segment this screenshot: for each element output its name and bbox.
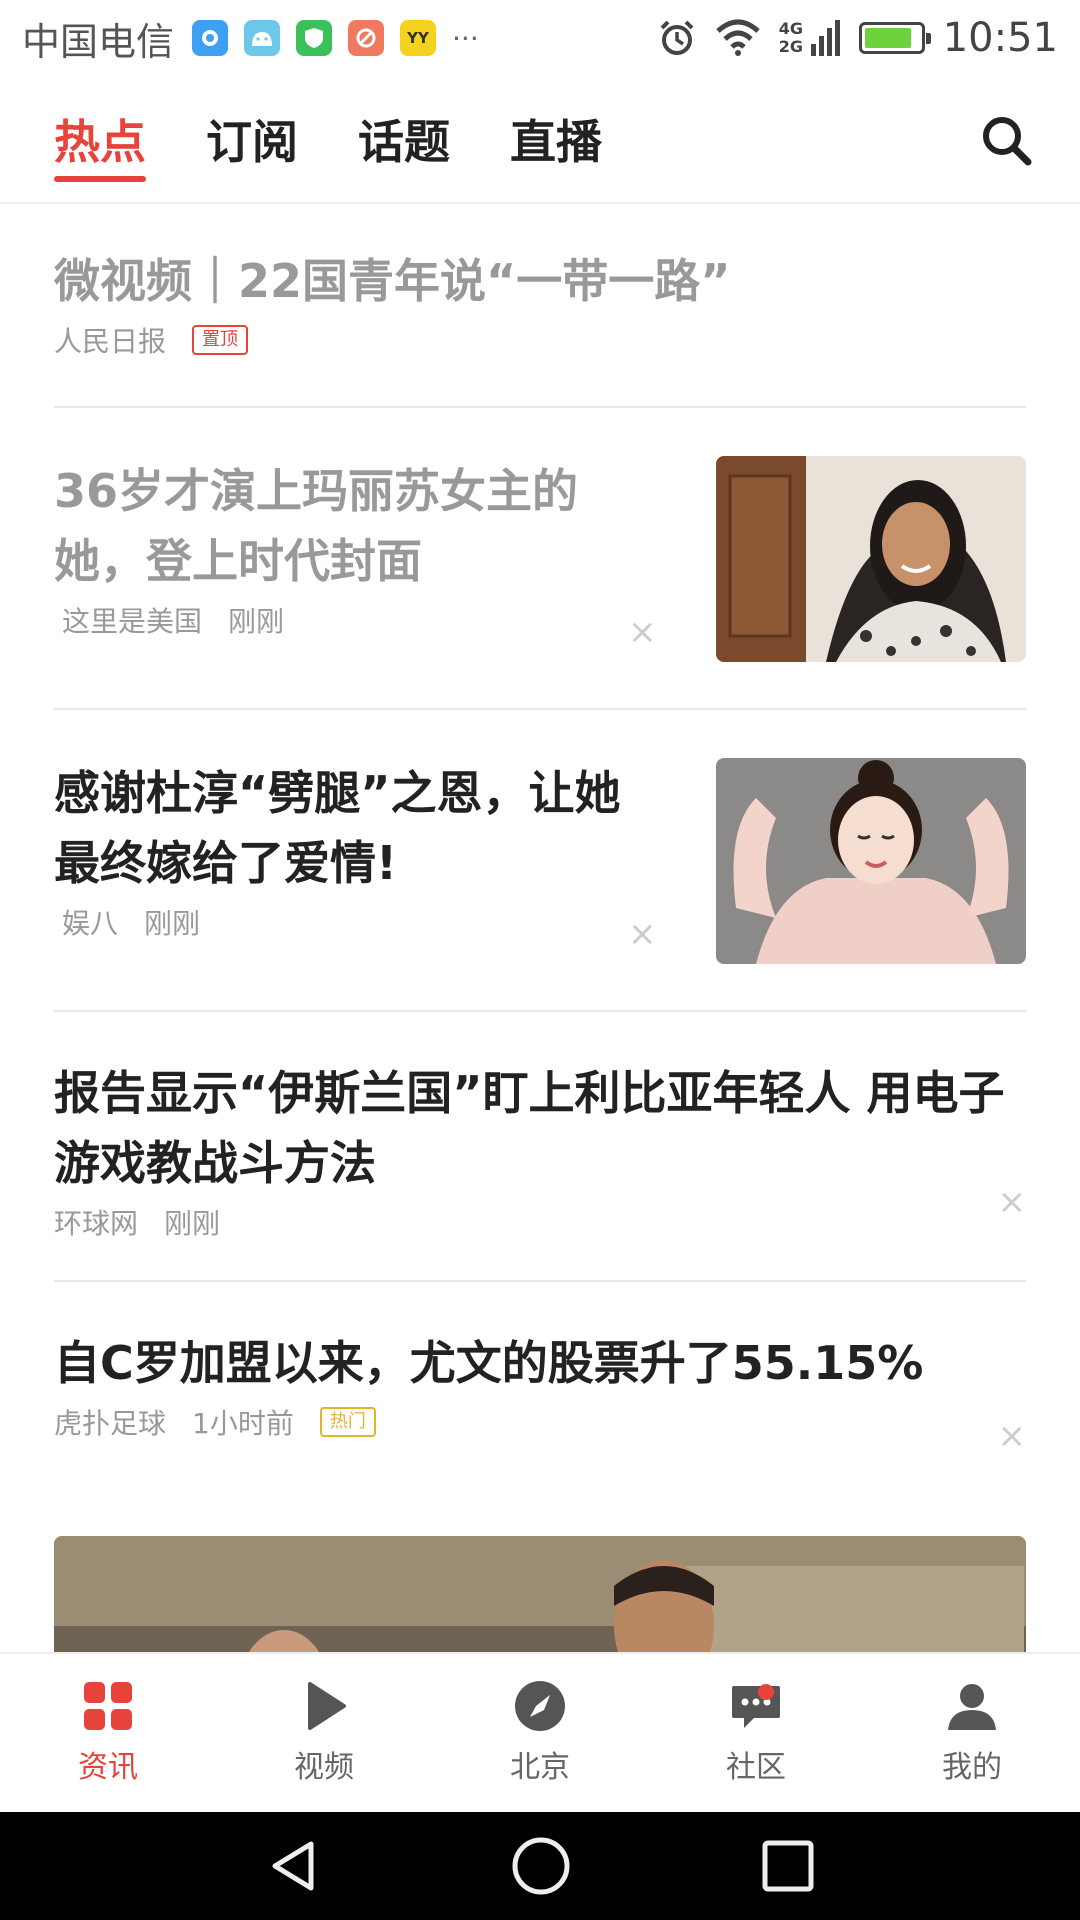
dismiss-icon[interactable]: × — [628, 914, 657, 954]
system-nav-bar — [0, 1812, 1080, 1920]
compass-icon — [515, 1681, 565, 1731]
news-thumbnail — [716, 758, 1026, 964]
status-time: 10:51 — [942, 15, 1058, 61]
news-meta: 虎扑足球 1小时前 热门 — [54, 1402, 1026, 1442]
news-time: 刚刚 — [164, 1207, 221, 1240]
news-time: 1小时前 — [192, 1407, 294, 1440]
news-title: 36岁才演上玛丽苏女主的她，登上时代封面 — [54, 464, 579, 588]
nav-label: 资讯 — [78, 1750, 138, 1785]
recents-icon[interactable] — [761, 1839, 815, 1893]
news-title: 自C罗加盟以来，尤文的股票升了55.15% — [54, 1336, 924, 1390]
tab-subscribe[interactable]: 订阅 — [206, 76, 298, 202]
hot-tag: 热门 — [319, 1407, 376, 1437]
news-source: 环球网 — [54, 1207, 139, 1240]
news-title: 微视频｜22国青年说“一带一路” — [54, 254, 731, 308]
grid-icon — [84, 1682, 132, 1730]
alarm-icon — [660, 20, 694, 55]
home-icon[interactable] — [511, 1836, 571, 1896]
nav-news[interactable]: 资讯 — [0, 1654, 216, 1812]
signal-icon — [810, 20, 840, 56]
news-meta: 娱八 刚刚 — [54, 902, 654, 942]
news-meta: 人民日报 置顶 — [54, 320, 1026, 360]
nav-label: 视频 — [294, 1750, 354, 1785]
status-bar: 中国电信 YY ··· 4G 2G 10:51 — [0, 0, 1080, 76]
news-item[interactable]: 自C罗加盟以来，尤文的股票升了55.15% 虎扑足球 1小时前 热门 × — [54, 1282, 1027, 1736]
news-item[interactable]: 报告显示“伊斯兰国”盯上利比亚年轻人 用电子游戏教战斗方法 环球网 刚刚 × — [54, 1012, 1026, 1282]
notification-badge — [758, 1684, 774, 1700]
news-title: 报告显示“伊斯兰国”盯上利比亚年轻人 用电子游戏教战斗方法 — [54, 1066, 1005, 1190]
signal-indicator: 4G 2G — [779, 20, 841, 56]
nav-community[interactable]: 社区 — [648, 1654, 864, 1812]
network-type: 4G 2G — [778, 19, 803, 56]
news-source: 人民日报 — [54, 325, 167, 358]
battery-icon — [858, 22, 931, 54]
news-title: 感谢杜淳“劈腿”之恩，让她最终嫁给了爱情! — [54, 766, 621, 890]
nav-label: 社区 — [726, 1750, 786, 1785]
search-icon[interactable] — [978, 112, 1034, 168]
notification-icons: YY ··· — [192, 20, 479, 56]
dismiss-icon[interactable]: × — [998, 1182, 1027, 1222]
nav-video[interactable]: 视频 — [216, 1654, 432, 1812]
maps-icon — [192, 20, 229, 56]
wifi-icon — [716, 19, 760, 56]
tab-hot[interactable]: 热点 — [54, 76, 146, 202]
nav-label: 北京 — [510, 1750, 570, 1785]
chat-icon — [732, 1686, 780, 1728]
play-icon — [308, 1682, 346, 1730]
back-icon[interactable] — [265, 1838, 321, 1894]
nav-local[interactable]: 北京 — [432, 1654, 648, 1812]
tab-topics[interactable]: 话题 — [358, 76, 450, 202]
bottom-nav: 资讯 视频 北京 社区 我的 — [0, 1652, 1080, 1812]
news-source: 娱八 — [62, 907, 119, 940]
news-item-pinned[interactable]: 微视频｜22国青年说“一带一路” 人民日报 置顶 — [54, 206, 1026, 408]
news-time: 刚刚 — [144, 907, 201, 940]
more-notifications-icon: ··· — [452, 21, 479, 55]
android-icon — [244, 20, 281, 56]
news-source: 这里是美国 — [62, 605, 203, 638]
news-time: 刚刚 — [228, 605, 285, 638]
yy-icon: YY — [400, 20, 437, 56]
news-item[interactable]: 36岁才演上玛丽苏女主的她，登上时代封面 这里是美国 刚刚 × — [54, 408, 1026, 710]
top-tab-bar: 热点 订阅 话题 直播 — [0, 76, 1080, 204]
news-feed: 微视频｜22国青年说“一带一路” 人民日报 置顶 36岁才演上玛丽苏女主的她，登… — [54, 206, 1027, 1736]
carrier-name: 中国电信 — [22, 19, 175, 64]
shield-icon — [296, 20, 333, 56]
dismiss-icon[interactable]: × — [628, 612, 657, 652]
tools-icon — [348, 20, 385, 56]
nav-profile[interactable]: 我的 — [864, 1654, 1080, 1812]
user-icon — [948, 1684, 996, 1730]
nav-label: 我的 — [942, 1750, 1002, 1785]
pinned-tag: 置顶 — [192, 325, 249, 355]
tab-live[interactable]: 直播 — [510, 76, 602, 202]
news-item[interactable]: 感谢杜淳“劈腿”之恩，让她最终嫁给了爱情! 娱八 刚刚 × — [54, 710, 1026, 1012]
news-thumbnail — [716, 456, 1026, 662]
dismiss-icon[interactable]: × — [998, 1416, 1027, 1456]
news-meta: 这里是美国 刚刚 — [54, 600, 654, 640]
news-source: 虎扑足球 — [54, 1407, 167, 1440]
news-meta: 环球网 刚刚 — [54, 1202, 1026, 1242]
